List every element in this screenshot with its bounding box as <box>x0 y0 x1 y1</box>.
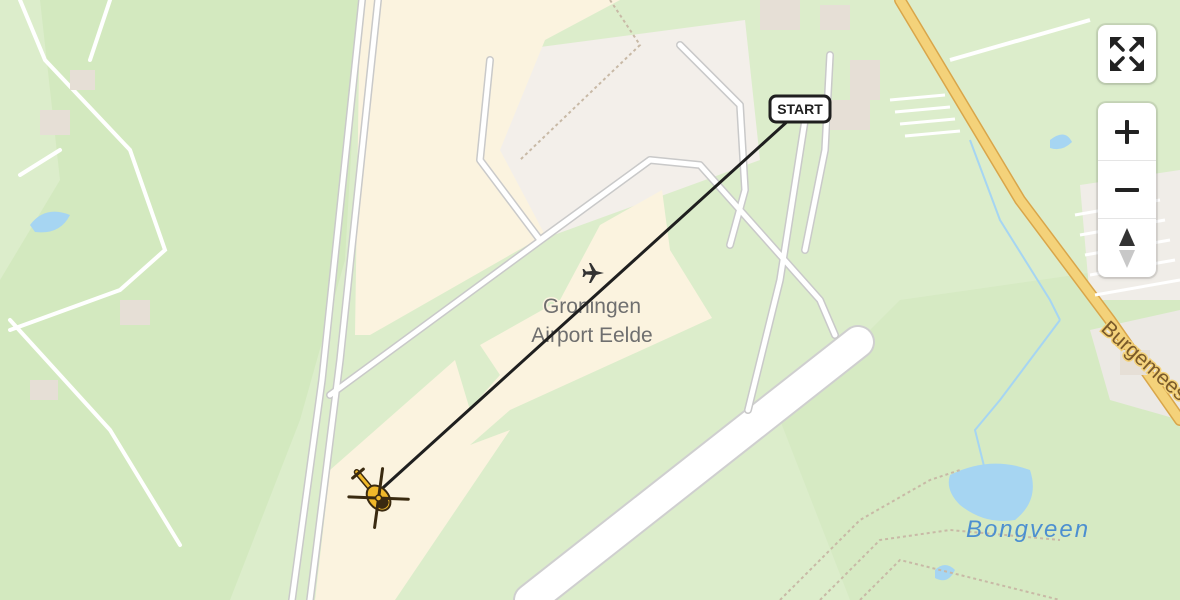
minus-icon <box>1115 187 1139 192</box>
fullscreen-icon <box>1110 37 1144 71</box>
zoom-controls <box>1098 103 1156 277</box>
north-arrow-icon <box>1119 228 1135 268</box>
route-start-label: START <box>777 101 823 117</box>
route-start-marker[interactable]: START <box>768 94 832 124</box>
reset-north-button[interactable] <box>1098 219 1156 277</box>
area-label: Bongveen <box>966 516 1090 543</box>
plus-icon <box>1115 119 1139 144</box>
zoom-in-button[interactable] <box>1098 103 1156 161</box>
fullscreen-button[interactable] <box>1098 25 1156 83</box>
fullscreen-control <box>1098 25 1156 83</box>
zoom-out-button[interactable] <box>1098 161 1156 219</box>
map-canvas[interactable]: Groningen Airport Eelde Bongveen Burgeme… <box>0 0 1180 600</box>
